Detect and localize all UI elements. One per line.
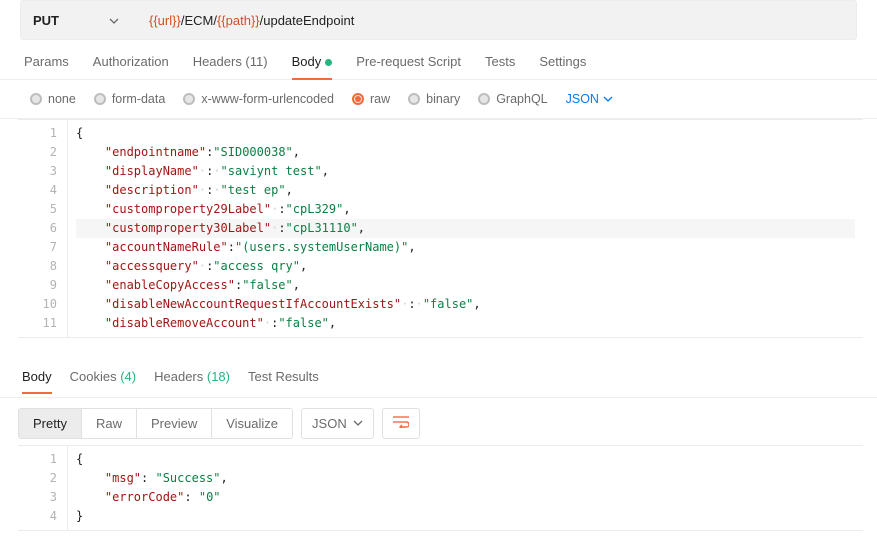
view-mode-pretty[interactable]: Pretty <box>19 409 82 438</box>
code-line[interactable]: "msg": "Success", <box>76 469 855 488</box>
response-tab-body[interactable]: Body <box>22 369 52 393</box>
code-line[interactable]: "customproperty30Label"·:"cpL31110", <box>76 219 855 238</box>
code-line[interactable]: "accountNameRule":"(users.systemUserName… <box>76 238 855 257</box>
tab-tests[interactable]: Tests <box>485 54 515 79</box>
request-tabs: Params Authorization Headers (11) Body Pre-r… <box>0 40 877 80</box>
response-tab-test-results[interactable]: Test Results <box>248 369 319 393</box>
response-tabs: Body Cookies (4) Headers (18) Test Results <box>0 364 877 398</box>
view-mode-segment: PrettyRawPreviewVisualize <box>18 408 293 439</box>
code-line[interactable]: { <box>76 124 855 143</box>
tab-params[interactable]: Params <box>24 54 69 79</box>
body-type-form-data[interactable]: form-data <box>94 92 166 106</box>
radio-icon <box>478 93 490 105</box>
code-line[interactable]: "disableRemoveAccount"·:"false", <box>76 314 855 333</box>
code-area[interactable]: { "endpointname":"SID000038", "displayNa… <box>68 120 863 337</box>
code-line[interactable]: "enableCopyAccess":"false", <box>76 276 855 295</box>
radio-icon <box>30 93 42 105</box>
radio-icon <box>352 93 364 105</box>
code-line[interactable]: "displayName"·:·"saviynt test", <box>76 162 855 181</box>
view-mode-raw[interactable]: Raw <box>82 409 137 438</box>
body-type-raw[interactable]: raw <box>352 92 390 106</box>
body-type-GraphQL[interactable]: GraphQL <box>478 92 547 106</box>
raw-lang-dropdown[interactable]: JSON <box>566 92 613 106</box>
code-line[interactable]: "description"·:·"test ep", <box>76 181 855 200</box>
tab-pre-request-script[interactable]: Pre-request Script <box>356 54 461 79</box>
chevron-down-icon[interactable] <box>109 15 119 25</box>
code-line[interactable]: { <box>76 450 855 469</box>
response-lang-dropdown[interactable]: JSON <box>301 408 374 439</box>
response-tab-headers[interactable]: Headers (18) <box>154 369 230 393</box>
radio-icon <box>408 93 420 105</box>
line-gutter: 1234 <box>18 446 68 530</box>
body-type-x-www-form-urlencoded[interactable]: x-www-form-urlencoded <box>183 92 334 106</box>
body-type-row: none form-data x-www-form-urlencoded raw bin… <box>0 80 877 119</box>
code-line[interactable]: "endpointname":"SID000038", <box>76 143 855 162</box>
request-body-editor[interactable]: 1234567891011 { "endpointname":"SID00003… <box>18 119 863 338</box>
radio-icon <box>94 93 106 105</box>
response-body-editor[interactable]: 1234 { "msg": "Success", "errorCode": "0… <box>18 445 863 531</box>
view-mode-preview[interactable]: Preview <box>137 409 212 438</box>
code-line[interactable]: } <box>76 507 855 526</box>
tab-headers-[interactable]: Headers (11) <box>193 54 268 79</box>
code-area[interactable]: { "msg": "Success", "errorCode": "0"} <box>68 446 863 530</box>
http-method[interactable]: PUT <box>33 13 69 28</box>
url-input[interactable]: {{url}}/ECM/{{path}}/updateEndpoint <box>149 13 354 28</box>
code-line[interactable]: "disableNewAccountRequestIfAccountExists… <box>76 295 855 314</box>
response-tab-cookies[interactable]: Cookies (4) <box>70 369 136 393</box>
line-gutter: 1234567891011 <box>18 120 68 337</box>
radio-icon <box>183 93 195 105</box>
tab-settings[interactable]: Settings <box>539 54 586 79</box>
body-type-binary[interactable]: binary <box>408 92 460 106</box>
response-toolbar: PrettyRawPreviewVisualize JSON <box>0 398 877 445</box>
view-mode-visualize[interactable]: Visualize <box>212 409 292 438</box>
tab-authorization[interactable]: Authorization <box>93 54 169 79</box>
tab-body[interactable]: Body <box>292 54 333 79</box>
body-type-none[interactable]: none <box>30 92 76 106</box>
code-line[interactable]: "accessquery"·:"access qry", <box>76 257 855 276</box>
request-url-bar: PUT {{url}}/ECM/{{path}}/updateEndpoint <box>20 0 857 40</box>
response-lang-label: JSON <box>312 416 347 431</box>
unsaved-dot-icon <box>325 59 332 66</box>
code-line[interactable]: "errorCode": "0" <box>76 488 855 507</box>
chevron-down-icon <box>353 416 363 431</box>
wrap-lines-button[interactable] <box>382 408 420 439</box>
code-line[interactable]: "customproperty29Label"·:"cpL329", <box>76 200 855 219</box>
